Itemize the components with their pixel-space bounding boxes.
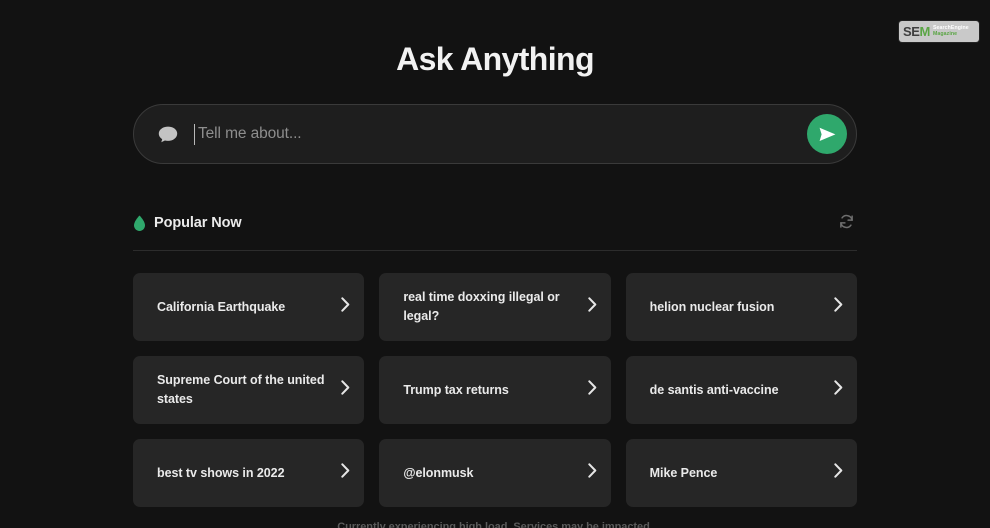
popular-card[interactable]: Trump tax returns (379, 356, 611, 424)
chevron-right-icon (341, 380, 350, 400)
popular-card-label: helion nuclear fusion (649, 299, 775, 314)
popular-card-label: best tv shows in 2022 (157, 465, 285, 480)
section-divider (133, 250, 857, 251)
popular-card[interactable]: real time doxxing illegal or legal? (379, 273, 611, 341)
chevron-right-icon (587, 297, 597, 317)
popular-card-label: California Earthquake (157, 299, 286, 314)
chevron-right-icon (834, 297, 843, 317)
popular-now-grid: California Earthquake real time doxxing … (133, 273, 857, 507)
refresh-icon (839, 214, 854, 232)
popular-card-label: Mike Pence (649, 465, 718, 480)
search-input-area[interactable]: Tell me about... (194, 105, 807, 163)
send-button[interactable] (807, 114, 847, 154)
status-banner: Currently experiencing high load. Servic… (337, 521, 653, 528)
flame-icon (133, 215, 146, 232)
chevron-right-icon (834, 463, 843, 483)
chevron-right-icon (587, 463, 597, 483)
chevron-right-icon (341, 463, 350, 483)
popular-card[interactable]: Supreme Court of the united states (133, 356, 365, 424)
popular-card[interactable]: de santis anti-vaccine (625, 356, 857, 424)
chat-bubble-icon (158, 126, 178, 143)
popular-card[interactable]: California Earthquake (133, 273, 365, 341)
page-title: Ask Anything (396, 41, 594, 77)
search-bar[interactable]: Tell me about... (133, 104, 857, 164)
chevron-right-icon (341, 297, 350, 317)
chevron-right-icon (587, 380, 597, 400)
watermark-logo-text: SEM (903, 25, 930, 38)
popular-card-label: de santis anti-vaccine (649, 382, 779, 397)
searchengine-magazine-watermark: SEM SearchEngine Magazine (899, 21, 979, 42)
popular-now-section: Popular Now California Earthquake real t… (133, 212, 857, 507)
popular-now-header: Popular Now (133, 212, 857, 234)
send-icon (819, 127, 836, 142)
watermark-se-text: SE (903, 24, 920, 39)
popular-card[interactable]: @elonmusk (379, 439, 611, 507)
search-input[interactable]: Tell me about... (198, 126, 302, 142)
text-cursor (194, 123, 195, 145)
refresh-button[interactable] (835, 212, 857, 234)
popular-card-label: real time doxxing illegal or legal? (403, 290, 560, 323)
popular-card[interactable]: Mike Pence (625, 439, 857, 507)
watermark-line-2: Magazine (932, 30, 958, 37)
chevron-right-icon (834, 380, 843, 400)
watermark-wordmark: SearchEngine Magazine (932, 25, 969, 37)
popular-card[interactable]: best tv shows in 2022 (133, 439, 365, 507)
popular-card[interactable]: helion nuclear fusion (625, 273, 857, 341)
watermark-m-text: M (919, 24, 931, 39)
popular-card-label: Trump tax returns (403, 382, 509, 397)
popular-now-title: Popular Now (154, 215, 242, 231)
popular-card-label: @elonmusk (403, 465, 474, 480)
popular-card-label: Supreme Court of the united states (157, 373, 325, 406)
